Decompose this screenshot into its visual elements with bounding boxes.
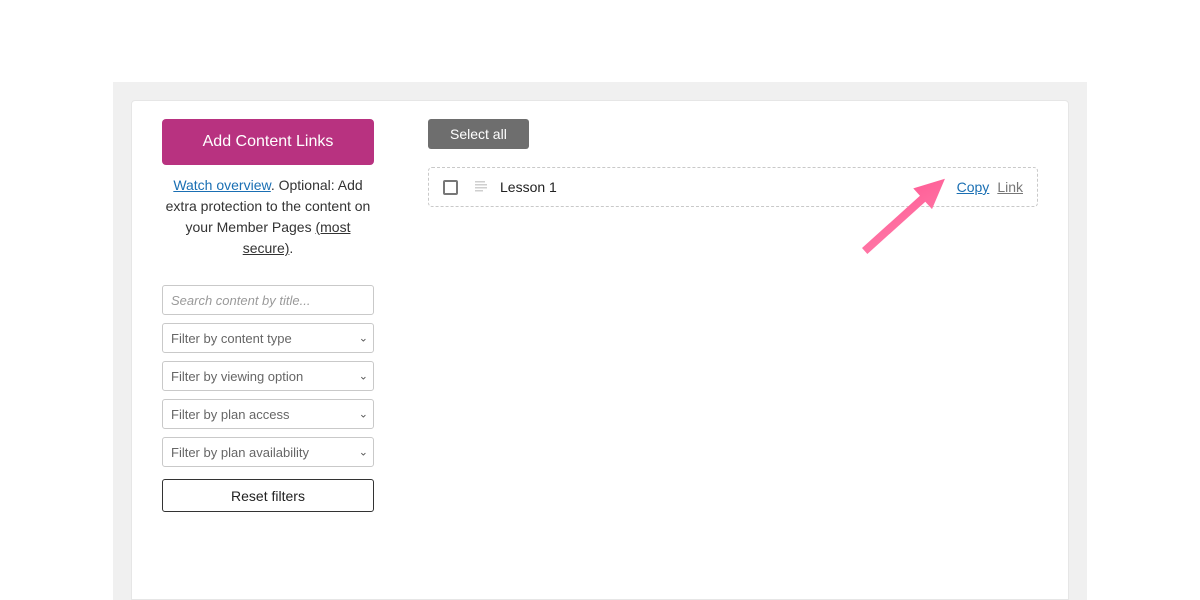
content-item-row: Lesson 1 Copy Link	[428, 167, 1038, 207]
item-checkbox[interactable]	[443, 180, 458, 195]
filter-plan-availability-select[interactable]: Filter by plan availability	[162, 437, 374, 467]
select-all-button[interactable]: Select all	[428, 119, 529, 149]
document-icon	[474, 179, 490, 195]
filters-group: Filter by content type ⌄ Filter by viewi…	[162, 285, 374, 512]
add-content-links-button[interactable]: Add Content Links	[162, 119, 374, 165]
page-frame: Add Content Links Watch overview. Option…	[113, 82, 1087, 600]
content-panel: Add Content Links Watch overview. Option…	[131, 100, 1069, 600]
reset-filters-button[interactable]: Reset filters	[162, 479, 374, 512]
item-actions: Copy Link	[957, 179, 1023, 195]
search-input[interactable]	[162, 285, 374, 315]
main-area: Select all Lesson 1 Copy L	[428, 119, 1038, 207]
link-link[interactable]: Link	[997, 179, 1023, 195]
copy-link[interactable]: Copy	[957, 179, 990, 195]
watch-overview-link[interactable]: Watch overview	[173, 177, 271, 193]
filter-viewing-option-select[interactable]: Filter by viewing option	[162, 361, 374, 391]
filter-content-type-select[interactable]: Filter by content type	[162, 323, 374, 353]
item-title: Lesson 1	[500, 179, 957, 195]
filter-plan-access-select[interactable]: Filter by plan access	[162, 399, 374, 429]
sidebar: Add Content Links Watch overview. Option…	[162, 119, 374, 512]
sidebar-desc-end: .	[289, 240, 293, 256]
sidebar-description: Watch overview. Optional: Add extra prot…	[162, 175, 374, 259]
